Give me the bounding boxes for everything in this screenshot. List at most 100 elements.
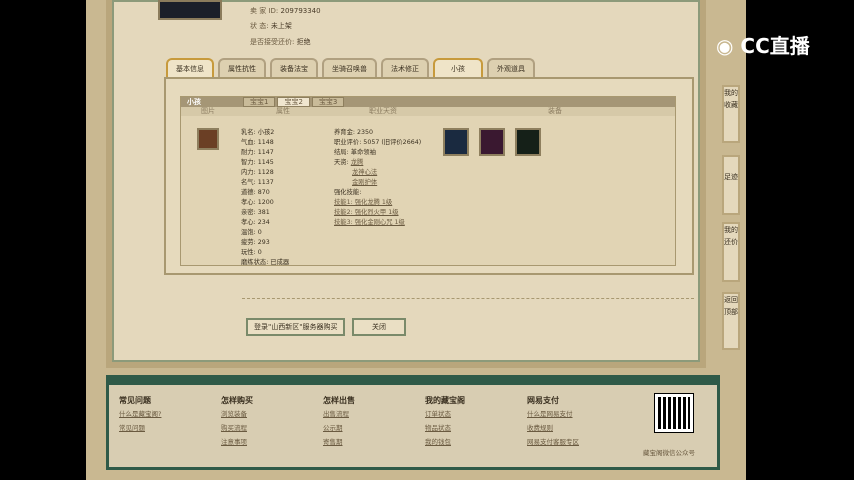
- side-footprint[interactable]: 足迹: [722, 155, 740, 215]
- footer-link[interactable]: 物品状态: [425, 421, 465, 435]
- header-image: 图片: [201, 107, 215, 115]
- footer-link[interactable]: 注意事项: [221, 435, 253, 449]
- footer-link[interactable]: 购买流程: [221, 421, 253, 435]
- talent-link[interactable]: 龙神心法: [334, 168, 421, 178]
- subtab-baby2[interactable]: 宝宝2: [277, 97, 310, 107]
- subtab-baby1[interactable]: 宝宝1: [243, 97, 276, 107]
- footer-column: 我的藏宝阁订单状态 物品状态 我的钱包: [425, 393, 465, 449]
- label: 状 态:: [250, 22, 269, 30]
- side-favorites[interactable]: 我的收藏: [722, 85, 740, 143]
- footer-link[interactable]: 寄售期: [323, 435, 355, 449]
- panel-title: 小孩 宝宝1 宝宝2 宝宝3: [181, 97, 675, 107]
- equip-weapon-icon[interactable]: [479, 128, 505, 156]
- value: 未上架: [270, 22, 292, 30]
- attribute-item: 气血: 1148: [241, 139, 274, 146]
- footer-link[interactable]: 出售流程: [323, 407, 355, 421]
- child-panel: 小孩 宝宝1 宝宝2 宝宝3 图片 属性 职业天资 装备 乳名: 小孩2 气血: …: [164, 77, 694, 275]
- footer-link[interactable]: 我的钱包: [425, 435, 465, 449]
- footer-heading: 怎样出售: [323, 395, 355, 405]
- attribute-item: 亲密: 381: [241, 209, 270, 216]
- attribute-item: 疲劳: 293: [241, 239, 270, 246]
- side-my-bargains[interactable]: 我的还价: [722, 222, 740, 282]
- skill-link[interactable]: 技能3: 强化金刚心咒 1级: [334, 218, 421, 228]
- tab-spells[interactable]: 法术修正: [381, 58, 429, 78]
- attribute-item: 磨练状态: 已成器: [241, 259, 290, 266]
- footer-column: 常见问题 什么是藏宝阁? 常见问题: [119, 393, 161, 435]
- footer-heading: 网易支付: [527, 395, 559, 405]
- footer-link[interactable]: 什么是网易支付: [527, 407, 579, 421]
- career-info: 养育金: 2350 职业评价: 5057 (旧评价2664) 结局: 革命领袖 …: [334, 128, 421, 228]
- status: 状 态: 未上架: [250, 21, 292, 31]
- footer-column: 怎样出售出售流程 公示期 寄售期: [323, 393, 355, 449]
- footer-column: 怎样购买浏览装备 购买流程 注意事项: [221, 393, 253, 449]
- attribute-item: 玩性: 0: [241, 249, 262, 256]
- value: 拒绝: [296, 38, 311, 46]
- seller-id: 卖 家 ID: 209793340: [250, 6, 321, 16]
- item-thumbnail: [158, 0, 222, 20]
- attribute-item: 道德: 870: [241, 189, 270, 196]
- footer-link[interactable]: 浏览装备: [221, 407, 253, 421]
- login-buy-button[interactable]: 登录"山西新区"服务器购买: [246, 318, 346, 336]
- cc-live-logo: ◉ CC直播: [716, 34, 810, 58]
- footer-heading: 怎样购买: [221, 395, 253, 405]
- divider: [242, 298, 694, 299]
- footer-link[interactable]: 订单状态: [425, 407, 465, 421]
- tab-child[interactable]: 小孩: [433, 58, 483, 78]
- page: 卖 家 ID: 209793340 状 态: 未上架 是否接受还价: 拒绝 基本…: [86, 0, 746, 480]
- attribute-list: 乳名: 小孩2 气血: 1148 耐力: 1147 智力: 1145 内力: 1128 名…: [241, 128, 289, 268]
- equip-armor-icon[interactable]: [443, 128, 469, 156]
- footer-link[interactable]: 收费规则: [527, 421, 579, 435]
- tab-equipment[interactable]: 装备法宝: [270, 58, 318, 78]
- title: 小孩: [187, 98, 201, 106]
- skill-label: 强化技能:: [334, 189, 362, 196]
- child-table: 小孩 宝宝1 宝宝2 宝宝3 图片 属性 职业天资 装备 乳名: 小孩2 气血: …: [180, 96, 676, 266]
- close-button[interactable]: 关闭: [352, 318, 406, 336]
- attribute-item: 孝心: 1200: [241, 199, 274, 206]
- skill-link[interactable]: 技能2: 强化烈火甲 1级: [334, 208, 421, 218]
- attribute-item: 名气: 1137: [241, 179, 274, 186]
- value: 209793340: [280, 7, 321, 15]
- qr-code-icon: [654, 393, 694, 433]
- talent-link[interactable]: 金刚护体: [334, 178, 421, 188]
- tab-mounts[interactable]: 坐骑召唤兽: [322, 58, 377, 78]
- attribute-item: 内力: 1128: [241, 169, 274, 176]
- ending: 结局: 革命领袖: [334, 149, 376, 156]
- label: 卖 家 ID:: [250, 7, 279, 15]
- attribute-item: 孝心: 234: [241, 219, 270, 226]
- footer-heading: 常见问题: [119, 395, 151, 405]
- footer-link[interactable]: 常见问题: [119, 421, 161, 435]
- content-frame: 卖 家 ID: 209793340 状 态: 未上架 是否接受还价: 拒绝 基本…: [106, 0, 706, 368]
- side-back-to-top[interactable]: 返回顶部: [722, 292, 740, 350]
- money: 养育金: 2350: [334, 129, 374, 136]
- footer-heading: 我的藏宝阁: [425, 395, 465, 405]
- footer-column: 网易支付什么是网易支付 收费规则 网易支付客服专区: [527, 393, 579, 449]
- tab-basic[interactable]: 基本信息: [166, 58, 214, 78]
- footer-link[interactable]: 什么是藏宝阁?: [119, 407, 161, 421]
- child-avatar: [197, 128, 219, 150]
- table-header: 图片 属性 职业天资 装备: [181, 107, 675, 116]
- logo-text: CC直播: [740, 34, 810, 58]
- footer: 藏宝阁微信公众号 常见问题 什么是藏宝阁? 常见问题 怎样购买 浏览装备 购买流程 注意事项…: [106, 375, 720, 470]
- tab-attributes[interactable]: 属性抗性: [218, 58, 266, 78]
- attribute-item: 耐力: 1147: [241, 149, 274, 156]
- label: 天资:: [334, 159, 349, 166]
- footer-link[interactable]: 公示期: [323, 421, 355, 435]
- subtab-baby3[interactable]: 宝宝3: [311, 97, 345, 107]
- talent-link[interactable]: 龙腾: [351, 159, 364, 166]
- footer-link[interactable]: 网易支付客服专区: [527, 435, 579, 449]
- tab-appearance[interactable]: 外观道具: [487, 58, 535, 78]
- score: 职业评价: 5057 (旧评价2664): [334, 139, 422, 146]
- header-career: 职业天资: [369, 107, 397, 115]
- qr-caption: 藏宝阁微信公众号: [643, 449, 695, 457]
- skill-link[interactable]: 技能1: 强化龙腾 1级: [334, 198, 421, 208]
- attribute-item: 智力: 1145: [241, 159, 274, 166]
- header-attrs: 属性: [276, 107, 290, 115]
- talents: 天资: 龙腾: [334, 158, 421, 168]
- tab-bar: 基本信息 属性抗性 装备法宝 坐骑召唤兽 法术修正 小孩 外观道具: [166, 58, 535, 78]
- header-equip: 装备: [548, 107, 562, 115]
- equip-accessory-icon[interactable]: [515, 128, 541, 156]
- bargain: 是否接受还价: 拒绝: [250, 37, 311, 47]
- attribute-item: 乳名: 小孩2: [241, 129, 275, 136]
- label: 是否接受还价:: [250, 38, 295, 46]
- attribute-item: 温饱: 0: [241, 229, 262, 236]
